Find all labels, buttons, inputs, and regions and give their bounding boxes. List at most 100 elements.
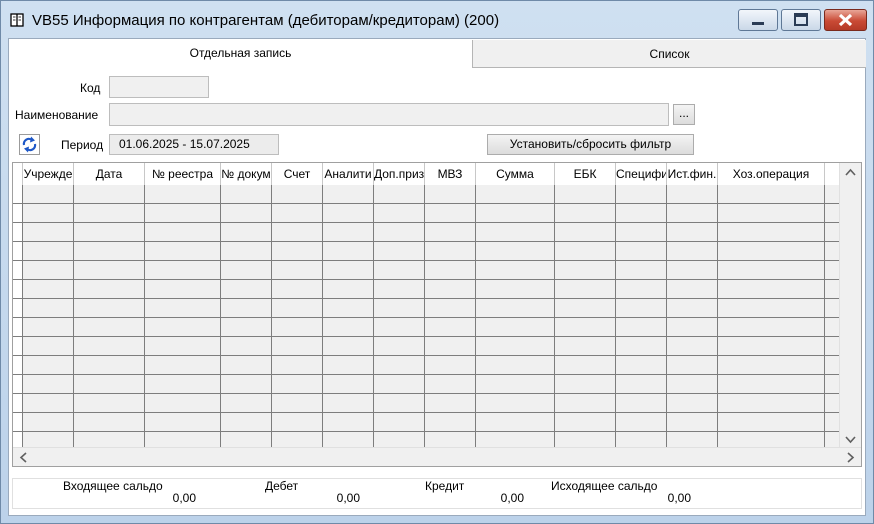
grid-cell[interactable]: [323, 185, 374, 204]
grid-cell[interactable]: [374, 375, 425, 394]
grid-cell[interactable]: [667, 394, 718, 413]
grid-cell[interactable]: [23, 223, 74, 242]
grid-cell[interactable]: [323, 394, 374, 413]
grid-cell[interactable]: [374, 223, 425, 242]
grid-cell[interactable]: [74, 261, 145, 280]
grid-cell[interactable]: [425, 375, 476, 394]
grid-cell[interactable]: [145, 413, 221, 432]
grid-cell[interactable]: [825, 280, 840, 299]
grid-cell[interactable]: [667, 280, 718, 299]
grid-cell[interactable]: [145, 394, 221, 413]
grid-cell[interactable]: [825, 299, 840, 318]
grid-cell[interactable]: [555, 299, 616, 318]
grid-cell[interactable]: [555, 318, 616, 337]
grid-cell[interactable]: [272, 223, 323, 242]
grid-cell[interactable]: [323, 242, 374, 261]
grid-cell[interactable]: [425, 280, 476, 299]
grid-cell[interactable]: [374, 299, 425, 318]
grid-cell[interactable]: [555, 185, 616, 204]
grid-cell[interactable]: [667, 204, 718, 223]
grid-cell[interactable]: [667, 223, 718, 242]
grid-cell[interactable]: [23, 242, 74, 261]
grid-cell[interactable]: [221, 356, 272, 375]
grid-cell[interactable]: [272, 337, 323, 356]
grid-cell[interactable]: [616, 356, 667, 375]
grid-cell[interactable]: [23, 375, 74, 394]
column-header[interactable]: Специфи: [616, 163, 667, 185]
grid-cell[interactable]: [718, 185, 825, 204]
grid-cell[interactable]: [825, 394, 840, 413]
grid-cell[interactable]: [74, 337, 145, 356]
grid-cell[interactable]: [616, 185, 667, 204]
grid-cell[interactable]: [555, 223, 616, 242]
grid-cell[interactable]: [616, 242, 667, 261]
grid-cell[interactable]: [221, 204, 272, 223]
grid-cell[interactable]: [476, 318, 555, 337]
column-header[interactable]: Счет: [272, 163, 323, 185]
grid-cell[interactable]: [221, 242, 272, 261]
grid-cell[interactable]: [221, 280, 272, 299]
grid-cell[interactable]: [476, 337, 555, 356]
grid-cell[interactable]: [323, 204, 374, 223]
grid-cell[interactable]: [667, 318, 718, 337]
column-header[interactable]: № реестра: [145, 163, 221, 185]
grid-cell[interactable]: [272, 204, 323, 223]
grid-cell[interactable]: [667, 299, 718, 318]
scroll-left-icon[interactable]: [19, 452, 27, 463]
grid-cell[interactable]: [145, 299, 221, 318]
column-header[interactable]: ЕБК: [555, 163, 616, 185]
grid-cell[interactable]: [667, 413, 718, 432]
grid-cell[interactable]: [718, 299, 825, 318]
grid-cell[interactable]: [425, 185, 476, 204]
scroll-right-icon[interactable]: [847, 452, 855, 463]
grid-cell[interactable]: [74, 280, 145, 299]
grid-cell[interactable]: [145, 337, 221, 356]
grid-cell[interactable]: [718, 261, 825, 280]
grid-cell[interactable]: [555, 356, 616, 375]
grid-cell[interactable]: [23, 394, 74, 413]
grid-cell[interactable]: [825, 413, 840, 432]
row-indicator-header[interactable]: [13, 163, 23, 185]
grid-cell[interactable]: [555, 204, 616, 223]
grid-cell[interactable]: [425, 299, 476, 318]
period-field[interactable]: 01.06.2025 - 15.07.2025: [109, 134, 279, 155]
grid-cell[interactable]: [616, 204, 667, 223]
grid-cell[interactable]: [718, 375, 825, 394]
grid-cell[interactable]: [425, 204, 476, 223]
grid-cell[interactable]: [221, 413, 272, 432]
grid-cell[interactable]: [425, 223, 476, 242]
grid-cell[interactable]: [272, 185, 323, 204]
grid-cell[interactable]: [476, 223, 555, 242]
grid-cell[interactable]: [718, 204, 825, 223]
vertical-scrollbar[interactable]: [839, 163, 861, 449]
grid-cell[interactable]: [74, 242, 145, 261]
grid-cell[interactable]: [374, 261, 425, 280]
grid-cell[interactable]: [476, 394, 555, 413]
grid-cell[interactable]: [476, 242, 555, 261]
grid-cell[interactable]: [272, 280, 323, 299]
grid-cell[interactable]: [74, 375, 145, 394]
grid-cell[interactable]: [145, 356, 221, 375]
records-grid[interactable]: Учрежде Дата № реестра № докум Счет Аналити До…: [12, 162, 862, 467]
row-indicator[interactable]: [13, 261, 23, 280]
grid-cell[interactable]: [374, 337, 425, 356]
grid-cell[interactable]: [476, 299, 555, 318]
grid-cell[interactable]: [323, 356, 374, 375]
grid-cell[interactable]: [145, 375, 221, 394]
grid-cell[interactable]: [323, 318, 374, 337]
grid-cell[interactable]: [272, 375, 323, 394]
grid-cell[interactable]: [74, 185, 145, 204]
grid-cell[interactable]: [145, 280, 221, 299]
grid-cell[interactable]: [718, 337, 825, 356]
grid-cell[interactable]: [718, 318, 825, 337]
grid-cell[interactable]: [616, 299, 667, 318]
grid-cell[interactable]: [476, 204, 555, 223]
grid-cell[interactable]: [74, 318, 145, 337]
tab-list[interactable]: Список: [472, 40, 866, 68]
grid-cell[interactable]: [825, 337, 840, 356]
grid-cell[interactable]: [374, 318, 425, 337]
grid-cell[interactable]: [718, 394, 825, 413]
grid-cell[interactable]: [74, 204, 145, 223]
grid-cell[interactable]: [555, 413, 616, 432]
grid-cell[interactable]: [221, 318, 272, 337]
